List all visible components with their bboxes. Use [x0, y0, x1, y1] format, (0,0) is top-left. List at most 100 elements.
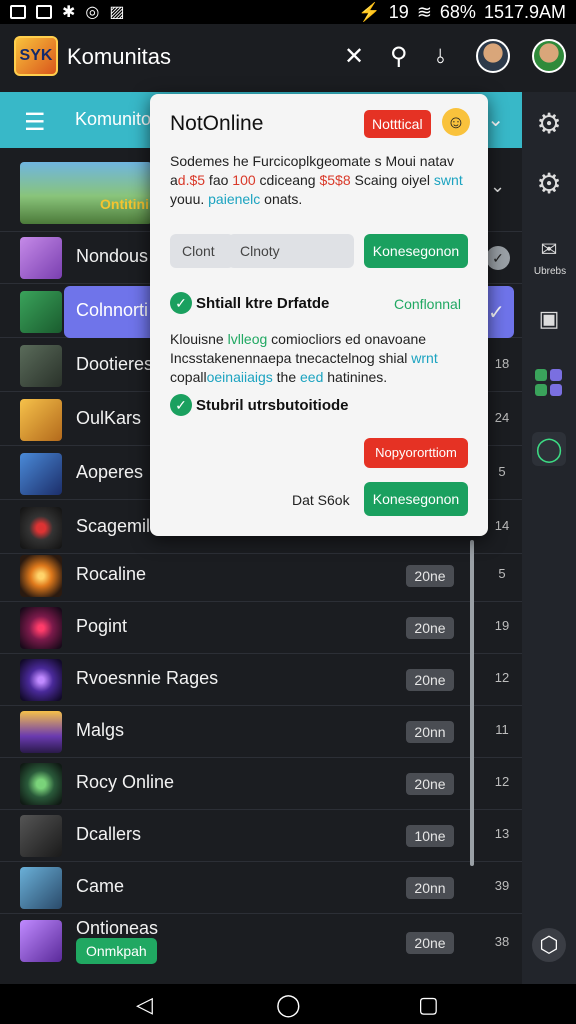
emoji-icon: ☺ — [442, 108, 470, 136]
compass-icon[interactable]: ⬡ — [532, 928, 566, 962]
rail-label: Ubrebs — [533, 266, 567, 277]
home-icon[interactable]: ◯ — [276, 992, 301, 1018]
list-item-count: 12 — [494, 670, 510, 685]
chevron-down-icon[interactable]: ⌄ — [487, 107, 504, 132]
check-circle-icon[interactable]: ✓ — [170, 394, 192, 416]
list-item-count: 18 — [494, 356, 510, 371]
list-item-name: Aoperes — [76, 462, 144, 482]
list-thumb — [20, 507, 62, 549]
list-item-tag: 20nn — [406, 721, 454, 743]
list-thumb — [20, 607, 62, 649]
right-rail: ⚙ ⚙ ✉ Ubrebs ▣ ◯ ⬡ — [522, 92, 576, 984]
list-item[interactable]: Ontioneas Onmkpah 20ne 38 — [0, 914, 522, 984]
app-bar: SYK Komunitas ✕ ⚲ ⫰ — [0, 24, 576, 92]
field-clnoty[interactable]: Clnoty — [228, 234, 354, 268]
list-item[interactable]: Rocaline 20ne 5 — [0, 550, 522, 602]
check-icon[interactable]: ✓ — [486, 246, 510, 270]
back-icon[interactable]: ◁ — [136, 992, 153, 1018]
text-link[interactable]: oeinaiiaigs — [207, 369, 273, 385]
para2-line2: Incsstakenennaepa tnecactelnog shial wrn… — [170, 349, 480, 368]
check-circle-icon[interactable]: ✓ — [170, 292, 192, 314]
list-item[interactable]: Came 20nn 39 — [0, 862, 522, 914]
list-thumb — [20, 711, 62, 753]
status-ring-icon[interactable]: ◯ — [532, 432, 566, 466]
text-span: copall — [170, 369, 207, 385]
app-title: Komunitas — [67, 44, 171, 69]
wifi-icon: ≋ — [416, 1, 432, 22]
search-icon[interactable]: ⚲ — [390, 44, 408, 70]
list-thumb — [20, 291, 62, 333]
text-span: comiocliors ed onavoane — [267, 331, 427, 347]
list-item-count: 5 — [498, 566, 506, 581]
gear-icon[interactable]: ⚙ — [532, 106, 566, 140]
status-badge[interactable]: Onmkpah — [76, 938, 157, 964]
image-icon: ▨ — [109, 4, 125, 21]
profile-avatar[interactable] — [532, 39, 566, 73]
notification-icon — [36, 5, 52, 19]
text-span: Scaing oiyel — [350, 172, 434, 188]
list-item[interactable]: Pogint 20ne 19 — [0, 602, 522, 654]
list-item-name: Colnnorti — [76, 300, 149, 320]
list-item-name: Rocy Online — [76, 772, 175, 792]
list-thumb — [20, 555, 62, 597]
list-item[interactable]: Rocy Online 20ne 12 — [0, 758, 522, 810]
list-item-name: Rvoesnnie Rages — [76, 668, 219, 688]
avatar[interactable] — [476, 39, 510, 73]
list-item[interactable]: Rvoesnnie Rages 20ne 12 — [0, 654, 522, 706]
text-span: Klouisne — [170, 331, 228, 347]
list-thumb — [20, 659, 62, 701]
mail-alert-icon[interactable]: ✉ — [532, 232, 566, 266]
apps-grid-icon[interactable] — [532, 366, 566, 400]
notification-button[interactable]: Notttical — [364, 110, 431, 138]
list-thumb — [20, 453, 62, 495]
list-item-tag: 20ne — [406, 669, 454, 691]
konesegonon-button[interactable]: Konesegonon — [364, 234, 468, 268]
photo-icon — [10, 5, 26, 19]
list-item-count: 13 — [494, 826, 510, 841]
text-link[interactable]: swnt — [434, 172, 463, 188]
close-icon[interactable]: ✕ — [344, 44, 364, 70]
primary-button[interactable]: Konesegonon — [364, 482, 468, 516]
list-thumb — [20, 763, 62, 805]
inbox-icon[interactable]: ▣ — [532, 302, 566, 336]
app-logo: SYK — [14, 36, 58, 76]
text-span: fao — [205, 172, 233, 188]
recents-icon[interactable]: ▢ — [418, 992, 439, 1018]
list-item-tag: 10ne — [406, 825, 454, 847]
list-item[interactable]: Dcallers 10ne 13 — [0, 810, 522, 862]
mic-icon[interactable]: ⫰ — [436, 44, 445, 70]
text-link[interactable]: eed — [300, 369, 323, 385]
sub-header-title: Komunito — [75, 109, 152, 129]
text-link[interactable]: wrnt — [411, 350, 437, 366]
text-span: d.$5 — [177, 172, 206, 188]
text-span: Incsstakenennaepa tnecactelnog shial — [170, 350, 412, 366]
text-link[interactable]: paienelc — [208, 191, 260, 207]
chevron-down-icon[interactable]: ⌄ — [490, 176, 505, 197]
signal-text: 19 — [388, 1, 409, 22]
field-clont[interactable]: Clont — [170, 234, 234, 268]
para2-line1: Klouisne lvlleog comiocliors ed onavoane — [170, 330, 480, 349]
text-span: onats. — [260, 191, 303, 207]
settings-icon[interactable]: ⚙ — [532, 166, 566, 200]
list-thumb — [20, 345, 62, 387]
list-item-tag: 20ne — [406, 932, 454, 954]
list-item-tag: 20ne — [406, 617, 454, 639]
check-icon: ✓ — [488, 302, 505, 324]
bolt-icon: ⚡ — [358, 1, 381, 22]
list-thumb — [20, 920, 62, 962]
option-1-label: Shtiall ktre Drfatde — [196, 295, 330, 312]
list-thumb — [20, 237, 62, 279]
nopyororttiom-button[interactable]: Nopyororttiom — [364, 438, 468, 468]
battery-text: 68% — [439, 1, 476, 22]
text-link[interactable]: lvlleog — [228, 331, 268, 347]
text-span: 100 — [232, 172, 256, 188]
menu-icon[interactable]: ☰ — [24, 108, 46, 137]
featured-title: Ontitini — [100, 196, 149, 212]
scrollbar[interactable] — [470, 540, 474, 866]
bluetooth-icon: ✱ — [62, 4, 76, 21]
list-item-count: 19 — [494, 618, 510, 633]
list-item[interactable]: Malgs 20nn 11 — [0, 706, 522, 758]
secondary-action[interactable]: Dat S6ok — [292, 492, 350, 508]
list-item-tag: 20ne — [406, 773, 454, 795]
para2-line3: copalloeinaiiaigs the eed hatinines. — [170, 368, 480, 387]
